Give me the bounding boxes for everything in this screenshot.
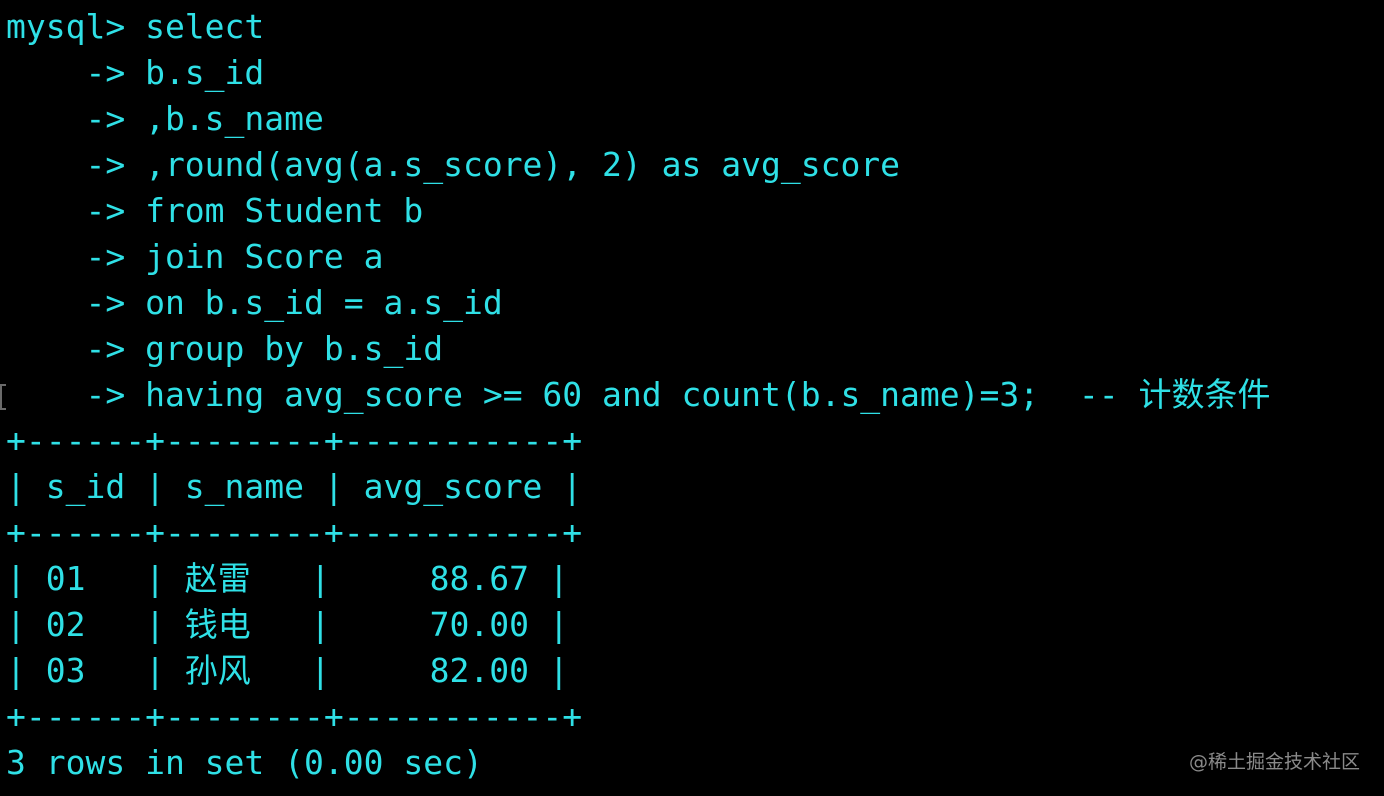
query-line-8: -> group by b.s_id — [6, 329, 444, 368]
query-line-9: -> having avg_score >= 60 and count(b.s_… — [6, 375, 1271, 414]
query-line-4: -> ,round(avg(a.s_score), 2) as avg_scor… — [6, 145, 901, 184]
table-border-top: +------+--------+-----------+ — [6, 421, 583, 460]
terminal-window[interactable]: mysql> select -> b.s_id -> ,b.s_name -> … — [0, 0, 1384, 796]
watermark: @稀土掘金技术社区 — [1188, 751, 1360, 773]
query-line-2: -> b.s_id — [6, 53, 265, 92]
table-border-bottom: +------+--------+-----------+ — [6, 697, 583, 736]
query-line-1: mysql> select — [6, 7, 265, 46]
result-summary: 3 rows in set (0.00 sec) — [6, 743, 483, 782]
query-line-5: -> from Student b — [6, 191, 424, 230]
query-line-7: -> on b.s_id = a.s_id — [6, 283, 503, 322]
table-row: | 03 | 孙风 | 82.00 | — [6, 651, 569, 690]
table-border-header: +------+--------+-----------+ — [6, 513, 583, 552]
table-row: | 02 | 钱电 | 70.00 | — [6, 605, 569, 644]
table-row: | 01 | 赵雷 | 88.67 | — [6, 559, 569, 598]
query-line-3: -> ,b.s_name — [6, 99, 324, 138]
query-line-6: -> join Score a — [6, 237, 384, 276]
table-header-row: | s_id | s_name | avg_score | — [6, 467, 583, 506]
